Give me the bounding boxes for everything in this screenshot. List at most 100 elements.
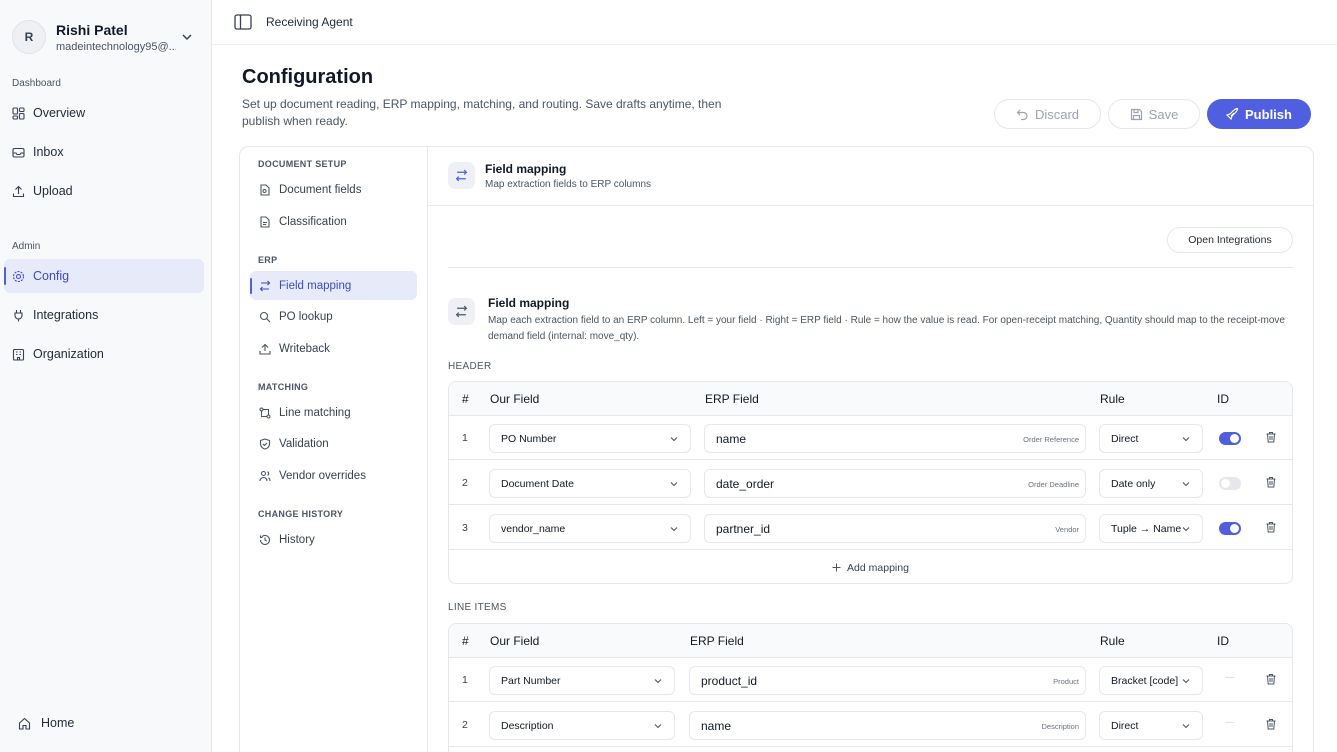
trash-icon[interactable] — [1265, 476, 1277, 488]
trash-icon[interactable] — [1265, 521, 1277, 533]
trash-icon[interactable] — [1265, 431, 1277, 443]
subnav-item-label: Field mapping — [279, 279, 352, 292]
erp-field-hint: Description — [1041, 722, 1079, 731]
rule-select[interactable]: Direct — [1099, 424, 1203, 453]
row-number: 2 — [462, 477, 468, 489]
subnav-item-history[interactable]: History — [250, 525, 417, 554]
sidebar-item-inbox[interactable]: Inbox — [4, 135, 204, 169]
swap-icon — [448, 162, 475, 189]
upload-icon — [12, 185, 25, 197]
trash-icon[interactable] — [1265, 673, 1277, 685]
sidebar-item-label: Inbox — [33, 145, 64, 159]
save-label: Save — [1148, 106, 1179, 122]
erp-field-input[interactable]: product_id Product — [689, 666, 1086, 695]
header-table-label: HEADER — [448, 361, 492, 372]
our-field-select[interactable]: Description — [489, 711, 675, 740]
subnav-item-field-mapping[interactable]: Field mapping — [250, 271, 417, 300]
plug-icon — [14, 309, 23, 321]
id-toggle[interactable] — [1219, 477, 1241, 490]
col-id: ID — [1217, 392, 1229, 406]
sidebar-item-home[interactable]: Home — [18, 716, 74, 730]
sidebar-item-organization[interactable]: Organization — [4, 337, 204, 371]
search-icon — [259, 311, 271, 322]
id-toggle[interactable] — [1219, 522, 1241, 535]
our-field-select[interactable]: vendor_name — [489, 514, 691, 543]
user-menu[interactable]: R Rishi Patel madeintechnology95@... — [12, 16, 200, 58]
rule-select[interactable]: Tuple → Name — [1099, 514, 1203, 543]
erp-field-input[interactable]: name Description — [689, 711, 1086, 740]
subnav-item-po-lookup[interactable]: PO lookup — [250, 302, 417, 331]
header-mapping-table: # Our Field ERP Field Rule ID 1 PO Numbe… — [448, 381, 1293, 584]
subnav-item-writeback[interactable]: Writeback — [250, 334, 417, 363]
chevron-down-icon[interactable] — [180, 30, 194, 44]
user-name: Rishi Patel — [56, 21, 128, 38]
file-text-icon — [260, 215, 270, 228]
gear-icon — [12, 270, 25, 282]
col-our-field: Our Field — [490, 634, 540, 648]
swap-icon — [448, 298, 475, 325]
sidebar-item-integrations[interactable]: Integrations — [4, 298, 204, 332]
rule-select[interactable]: Date only — [1099, 469, 1203, 498]
our-field-select[interactable]: Part Number — [489, 666, 675, 695]
config-panel: DOCUMENT SETUP Document fields Classific… — [239, 146, 1314, 752]
rule-value: Tuple → Name — [1111, 522, 1182, 535]
building-icon — [12, 348, 25, 361]
id-toggle[interactable] — [1219, 432, 1241, 445]
save-button[interactable]: Save — [1108, 99, 1200, 129]
chevron-down-icon — [670, 437, 678, 442]
col-id: ID — [1217, 634, 1229, 648]
erp-field-input[interactable]: date_order Order Deadline — [704, 469, 1086, 498]
home-icon — [18, 717, 31, 730]
row-number: 2 — [462, 719, 468, 731]
user-email: madeintechnology95@... — [56, 40, 176, 53]
rule-select[interactable]: Bracket [code] — [1099, 666, 1203, 695]
erp-field-input[interactable]: partner_id Vendor — [704, 514, 1086, 543]
rule-select[interactable]: Direct — [1099, 711, 1203, 740]
our-field-select[interactable]: Document Date — [489, 469, 691, 498]
id-empty: — — [1225, 717, 1235, 728]
section-title: Field mapping — [488, 296, 570, 310]
chevron-down-icon — [670, 482, 678, 487]
sidebar-toggle-icon[interactable] — [234, 14, 252, 30]
line-items-mapping-table: # Our Field ERP Field Rule ID 1 Part Num… — [448, 623, 1293, 752]
home-label: Home — [41, 716, 75, 730]
subnav-item-line-matching[interactable]: Line matching — [250, 398, 417, 427]
row-number: 3 — [462, 522, 468, 534]
publish-button[interactable]: Publish — [1207, 99, 1311, 129]
sidebar: R Rishi Patel madeintechnology95@... Das… — [0, 0, 212, 752]
erp-field-value: partner_id — [716, 521, 771, 536]
chevron-down-icon — [1182, 724, 1190, 729]
erp-field-input[interactable]: name Order Reference — [704, 424, 1086, 453]
table-row: 1 Part Number product_id Product Bracket… — [449, 658, 1292, 702]
subnav-item-classification[interactable]: Classification — [250, 207, 417, 236]
chevron-down-icon — [1182, 527, 1190, 532]
sidebar-item-upload[interactable]: Upload — [4, 174, 204, 208]
add-mapping-button[interactable]: Add mapping — [449, 551, 1292, 583]
erp-field-hint: Order Deadline — [1028, 480, 1079, 489]
config-subnav: DOCUMENT SETUP Document fields Classific… — [240, 147, 428, 752]
subnav-item-document-fields[interactable]: Document fields — [250, 175, 417, 204]
avatar: R — [12, 20, 46, 54]
chevron-down-icon — [654, 724, 662, 729]
trash-icon[interactable] — [1265, 718, 1277, 730]
our-field-value: PO Number — [501, 432, 557, 445]
subnav-item-label: PO lookup — [279, 310, 333, 323]
subnav-item-vendor-overrides[interactable]: Vendor overrides — [250, 461, 417, 490]
git-compare-icon — [259, 407, 271, 418]
page-subtitle: Set up document reading, ERP mapping, ma… — [242, 97, 722, 128]
sidebar-item-config[interactable]: Config — [4, 259, 204, 293]
our-field-select[interactable]: PO Number — [489, 424, 691, 453]
sidebar-item-label: Integrations — [33, 308, 99, 322]
sidebar-item-overview[interactable]: Overview — [4, 96, 204, 130]
col-our-field: Our Field — [490, 392, 540, 406]
discard-button[interactable]: Discard — [994, 99, 1101, 129]
our-field-value: Document Date — [501, 477, 574, 490]
sidebar-item-label: Config — [33, 269, 70, 283]
row-number: 1 — [462, 432, 468, 444]
subnav-section-erp: ERP — [258, 255, 278, 265]
chevron-down-icon — [654, 679, 662, 684]
page-title: Configuration — [242, 66, 374, 88]
open-integrations-button[interactable]: Open Integrations — [1167, 227, 1293, 253]
subnav-item-validation[interactable]: Validation — [250, 429, 417, 458]
content-title: Field mapping — [485, 162, 567, 176]
